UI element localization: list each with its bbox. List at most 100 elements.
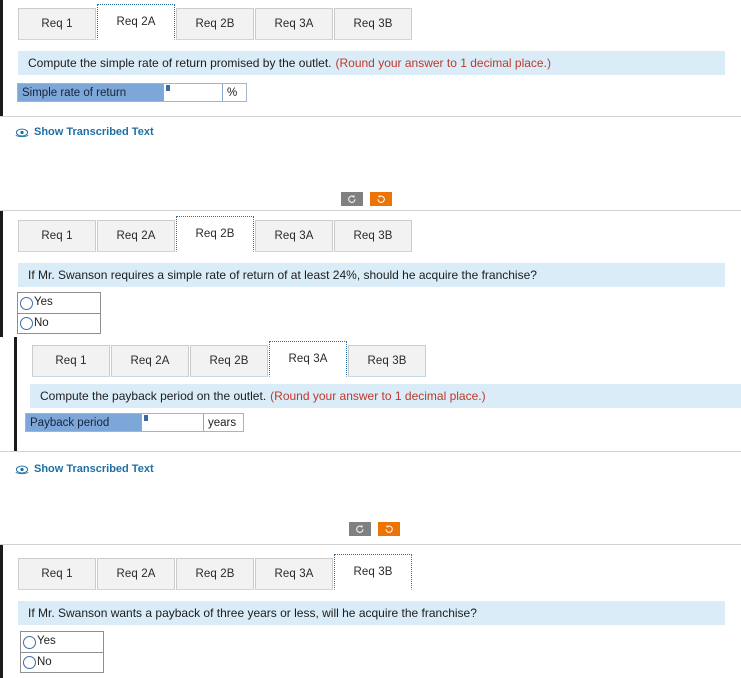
radio-label: No [34, 316, 49, 329]
tab-req-1[interactable]: Req 1 [18, 8, 96, 40]
answer-unit-text: % [227, 86, 238, 99]
tab-label: Req 3A [274, 568, 314, 580]
tab-req-2a[interactable]: Req 2A [97, 4, 175, 40]
tab-req-1[interactable]: Req 1 [18, 558, 96, 590]
question-text: Compute the payback period on the outlet… [40, 389, 267, 403]
section-req3b: Req 1 Req 2A Req 2B Req 3A Req 3B If Mr.… [0, 545, 741, 678]
tab-req-3b[interactable]: Req 3B [334, 220, 412, 252]
tab-req-2b[interactable]: Req 2B [190, 345, 268, 377]
tab-label: Req 3B [353, 566, 393, 578]
tab-req-2a[interactable]: Req 2A [97, 558, 175, 590]
section-req3a: Req 1 Req 2A Req 2B Req 3A Req 3B Comput… [14, 337, 741, 451]
question-bar-req3a: Compute the payback period on the outlet… [30, 384, 741, 408]
next-button-1[interactable] [370, 192, 392, 206]
nav-buttons-2 [349, 522, 400, 536]
answer-label: Payback period [26, 414, 141, 431]
previous-button-2[interactable] [349, 522, 371, 536]
show-transcribed-text-label: Show Transcribed Text [34, 463, 154, 475]
answer-label-text: Payback period [30, 416, 110, 429]
undo-arrow-icon [348, 195, 356, 203]
radio-circle-icon [20, 317, 33, 330]
tab-label: Req 3B [353, 230, 393, 242]
tab-req-2a[interactable]: Req 2A [111, 345, 189, 377]
radio-group-req2b: Yes No [17, 292, 101, 334]
next-button-2[interactable] [378, 522, 400, 536]
tab-label: Req 3A [274, 230, 314, 242]
question-text: If Mr. Swanson requires a simple rate of… [28, 268, 537, 282]
tab-req-2b[interactable]: Req 2B [176, 558, 254, 590]
tablist-req3a: Req 1 Req 2A Req 2B Req 3A Req 3B [32, 341, 427, 377]
tab-label: Req 3A [274, 18, 314, 30]
question-hint: (Round your answer to 1 decimal place.) [335, 56, 551, 70]
tab-req-3a[interactable]: Req 3A [255, 8, 333, 40]
section-divider-3 [0, 451, 741, 452]
tab-req-1[interactable]: Req 1 [32, 345, 110, 377]
radio-circle-icon [23, 635, 36, 649]
tab-label: Req 2B [209, 355, 249, 367]
tab-req-2a[interactable]: Req 2A [97, 220, 175, 252]
tablist-req2a: Req 1 Req 2A Req 2B Req 3A Req 3B [18, 4, 413, 40]
question-bar-req2a: Compute the simple rate of return promis… [18, 51, 725, 75]
tab-label: Req 2A [130, 355, 170, 367]
radio-option-yes[interactable]: Yes [18, 293, 100, 313]
tab-req-3a[interactable]: Req 3A [255, 220, 333, 252]
eye-icon [15, 128, 29, 137]
radio-option-yes[interactable]: Yes [21, 632, 103, 652]
answer-unit: % [223, 84, 246, 101]
tablist-req2b: Req 1 Req 2A Req 2B Req 3A Req 3B [18, 216, 413, 252]
tab-req-2b[interactable]: Req 2B [176, 216, 254, 252]
tab-req-3b[interactable]: Req 3B [334, 8, 412, 40]
question-hint: (Round your answer to 1 decimal place.) [270, 389, 486, 403]
tab-label: Req 3B [353, 18, 393, 30]
tab-label: Req 1 [55, 355, 87, 367]
tab-req-3a[interactable]: Req 3A [255, 558, 333, 590]
tab-label: Req 2B [195, 568, 235, 580]
tab-label: Req 1 [41, 18, 73, 30]
text-caret [166, 85, 170, 91]
answer-unit-text: years [208, 416, 237, 429]
radio-label: No [37, 655, 52, 668]
redo-arrow-icon [385, 525, 393, 533]
tab-req-3b[interactable]: Req 3B [334, 554, 412, 590]
tab-req-3a[interactable]: Req 3A [269, 341, 347, 377]
tab-label: Req 2A [116, 568, 156, 580]
radio-circle-icon [20, 296, 33, 310]
question-bar-req2b: If Mr. Swanson requires a simple rate of… [18, 263, 725, 287]
answer-unit: years [204, 414, 243, 431]
tab-label: Req 2A [116, 16, 156, 28]
question-text: If Mr. Swanson wants a payback of three … [28, 606, 477, 620]
answer-label: Simple rate of return [18, 84, 163, 101]
radio-label: Yes [34, 296, 53, 309]
tab-label: Req 3A [288, 353, 328, 365]
tab-label: Req 1 [41, 230, 73, 242]
answer-row-simple-rate: Simple rate of return % [17, 83, 247, 102]
radio-option-no[interactable]: No [21, 652, 103, 672]
radio-group-req3b: Yes No [20, 631, 104, 673]
section-req2b: Req 1 Req 2A Req 2B Req 3A Req 3B If Mr.… [0, 211, 741, 337]
tab-label: Req 3B [367, 355, 407, 367]
tab-req-2b[interactable]: Req 2B [176, 8, 254, 40]
show-transcribed-text-link-2[interactable]: Show Transcribed Text [15, 463, 154, 475]
previous-button-1[interactable] [341, 192, 363, 206]
section-req2a: Req 1 Req 2A Req 2B Req 3A Req 3B Comput… [0, 0, 741, 116]
tablist-req3b: Req 1 Req 2A Req 2B Req 3A Req 3B [18, 554, 413, 590]
question-bar-req3b: If Mr. Swanson wants a payback of three … [18, 601, 725, 625]
radio-circle-icon [23, 656, 36, 669]
tab-label: Req 1 [41, 568, 73, 580]
radio-option-no[interactable]: No [18, 313, 100, 333]
text-caret [144, 415, 148, 421]
nav-buttons-1 [341, 192, 392, 206]
payback-period-input[interactable] [141, 414, 204, 431]
tab-req-1[interactable]: Req 1 [18, 220, 96, 252]
answer-row-payback-period: Payback period years [25, 413, 244, 432]
question-text: Compute the simple rate of return promis… [28, 56, 332, 70]
simple-rate-of-return-input[interactable] [163, 84, 223, 101]
radio-label: Yes [37, 635, 56, 648]
answer-label-text: Simple rate of return [22, 86, 127, 99]
tab-label: Req 2B [195, 228, 235, 240]
tab-label: Req 2B [195, 18, 235, 30]
show-transcribed-text-link-1[interactable]: Show Transcribed Text [15, 126, 154, 138]
redo-arrow-icon [377, 195, 385, 203]
tab-req-3b[interactable]: Req 3B [348, 345, 426, 377]
undo-arrow-icon [356, 525, 364, 533]
